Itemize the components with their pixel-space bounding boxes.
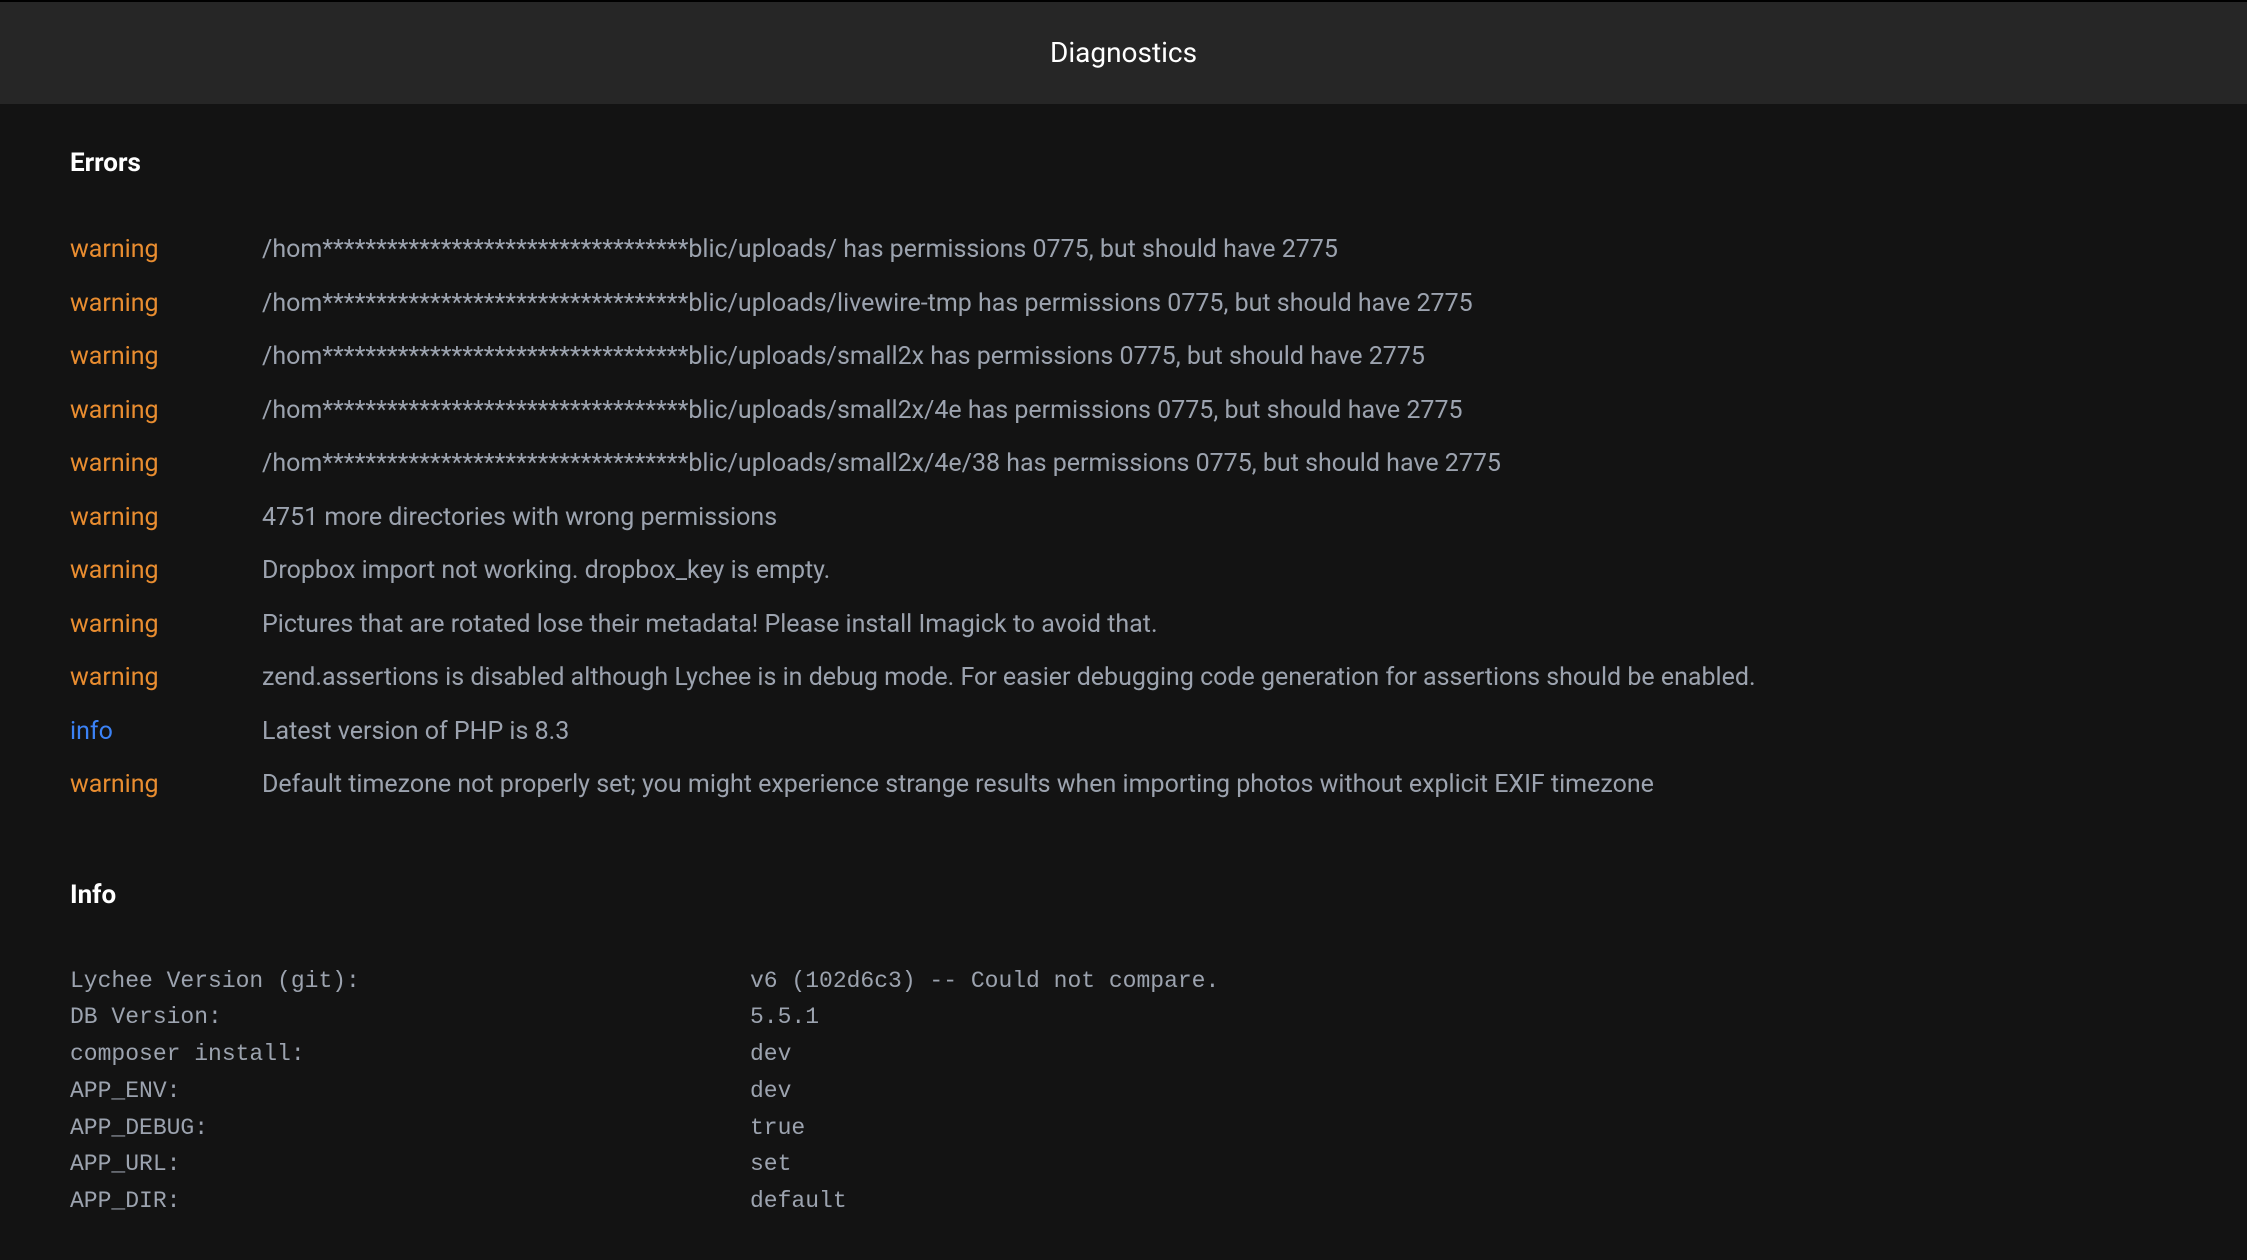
content-area: Errors warning/hom**********************… (0, 104, 2247, 1260)
error-level: warning (70, 552, 262, 590)
error-message: /hom**********************************bl… (262, 231, 1338, 269)
info-value: dev (750, 1036, 791, 1073)
error-row: warningzend.assertions is disabled altho… (70, 659, 2177, 697)
error-row: warning/hom*****************************… (70, 392, 2177, 430)
error-message: zend.assertions is disabled although Lyc… (262, 659, 1756, 697)
info-list: Lychee Version (git):v6 (102d6c3) -- Cou… (70, 963, 2177, 1221)
errors-list: warning/hom*****************************… (70, 231, 2177, 804)
info-row: APP_URL:set (70, 1146, 2177, 1183)
error-message: Dropbox import not working. dropbox_key … (262, 552, 830, 590)
info-value: v6 (102d6c3) -- Could not compare. (750, 963, 1219, 1000)
info-row: composer install:dev (70, 1036, 2177, 1073)
info-row: DB Version:5.5.1 (70, 999, 2177, 1036)
info-value: default (750, 1183, 847, 1220)
error-level: warning (70, 606, 262, 644)
error-row: warningDropbox import not working. dropb… (70, 552, 2177, 590)
info-value: true (750, 1110, 805, 1147)
info-key: Lychee Version (git): (70, 963, 750, 1000)
error-level: warning (70, 231, 262, 269)
error-level: warning (70, 392, 262, 430)
header-bar: Diagnostics (0, 0, 2247, 104)
info-row: APP_DEBUG:true (70, 1110, 2177, 1147)
info-section-title: Info (70, 876, 2177, 915)
error-message: /hom**********************************bl… (262, 285, 1473, 323)
info-value: dev (750, 1073, 791, 1110)
error-message: /hom**********************************bl… (262, 445, 1501, 483)
error-row: warningPictures that are rotated lose th… (70, 606, 2177, 644)
error-message: /hom**********************************bl… (262, 392, 1463, 430)
error-message: 4751 more directories with wrong permiss… (262, 499, 777, 537)
error-row: warningDefault timezone not properly set… (70, 766, 2177, 804)
error-level: info (70, 713, 262, 751)
page-title: Diagnostics (0, 32, 2247, 74)
info-key: APP_DIR: (70, 1183, 750, 1220)
info-row: APP_DIR:default (70, 1183, 2177, 1220)
info-row: Lychee Version (git):v6 (102d6c3) -- Cou… (70, 963, 2177, 1000)
error-level: warning (70, 499, 262, 537)
info-row: APP_ENV:dev (70, 1073, 2177, 1110)
info-key: APP_ENV: (70, 1073, 750, 1110)
info-value: 5.5.1 (750, 999, 819, 1036)
error-level: warning (70, 659, 262, 697)
info-section: Info Lychee Version (git):v6 (102d6c3) -… (70, 876, 2177, 1221)
info-key: APP_DEBUG: (70, 1110, 750, 1147)
error-row: warning/hom*****************************… (70, 338, 2177, 376)
error-row: warning4751 more directories with wrong … (70, 499, 2177, 537)
error-level: warning (70, 338, 262, 376)
error-level: warning (70, 445, 262, 483)
error-level: warning (70, 766, 262, 804)
error-message: /hom**********************************bl… (262, 338, 1425, 376)
info-value: set (750, 1146, 791, 1183)
errors-section-title: Errors (70, 144, 2177, 183)
error-row: warning/hom*****************************… (70, 445, 2177, 483)
error-message: Default timezone not properly set; you m… (262, 766, 1654, 804)
info-key: APP_URL: (70, 1146, 750, 1183)
info-key: DB Version: (70, 999, 750, 1036)
error-row: warning/hom*****************************… (70, 285, 2177, 323)
error-row: warning/hom*****************************… (70, 231, 2177, 269)
error-level: warning (70, 285, 262, 323)
info-key: composer install: (70, 1036, 750, 1073)
error-row: infoLatest version of PHP is 8.3 (70, 713, 2177, 751)
error-message: Pictures that are rotated lose their met… (262, 606, 1158, 644)
error-message: Latest version of PHP is 8.3 (262, 713, 569, 751)
